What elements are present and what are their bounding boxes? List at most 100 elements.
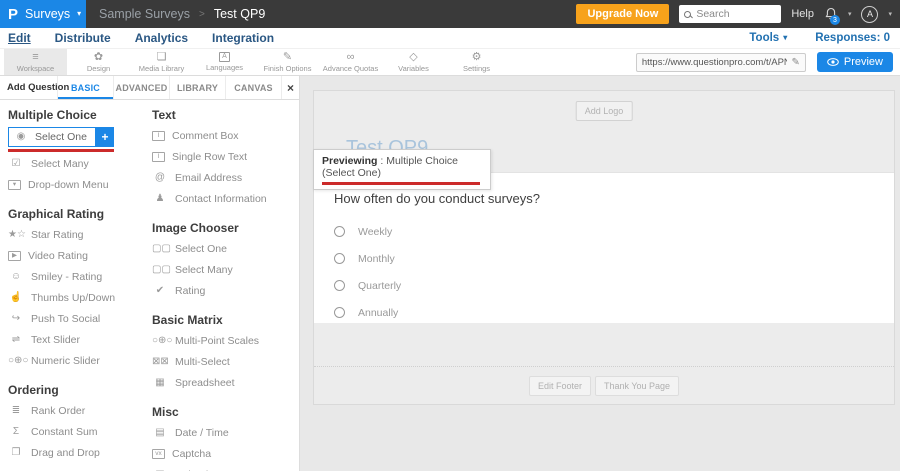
nav-edit[interactable]: Edit <box>8 31 31 45</box>
help-link[interactable]: Help <box>791 8 814 20</box>
tools-dropdown[interactable]: Tools▾ <box>749 32 787 44</box>
edit-footer-button[interactable]: Edit Footer <box>529 376 591 396</box>
question-type-label: Star Rating <box>31 229 84 241</box>
question-type-calendar[interactable]: ▦ Calendar <box>152 464 299 471</box>
nav-distribute[interactable]: Distribute <box>55 31 111 45</box>
add-logo-button[interactable]: Add Logo <box>576 101 633 121</box>
question-type-label: Comment Box <box>172 130 239 142</box>
question-type-label: Multi-Select <box>175 356 230 368</box>
radio-icon[interactable] <box>334 226 345 237</box>
toolbar-item-media-library[interactable]: ❏ Media Library <box>130 49 193 75</box>
radio-icon[interactable] <box>334 280 345 291</box>
section-misc: Misc ▤ Date / Time vx Captcha ▦ Calendar <box>152 405 299 471</box>
answer-option[interactable]: Annually <box>334 299 894 326</box>
question-type-image-rating[interactable]: ✔ Rating <box>152 280 299 301</box>
search-box[interactable] <box>679 5 781 23</box>
toolbar-item-finish-options[interactable]: ✎ Finish Options <box>256 49 319 75</box>
toolbar-item-settings[interactable]: ⚙ Settings <box>445 49 508 75</box>
question-type-label: Select One <box>35 131 87 143</box>
answer-option[interactable]: Quarterly <box>334 272 894 299</box>
question-preview: How often do you conduct surveys? Weekly… <box>314 173 894 323</box>
radio-icon[interactable] <box>334 307 345 318</box>
question-type-spreadsheet[interactable]: ▦ Spreadsheet <box>152 372 299 393</box>
share-icon: ↪ <box>8 314 24 324</box>
edit-url-icon[interactable]: ✎ <box>791 57 799 68</box>
nav-integration[interactable]: Integration <box>212 31 274 45</box>
question-type-constant-sum[interactable]: Σ Constant Sum <box>8 421 148 442</box>
nav-analytics[interactable]: Analytics <box>135 31 188 45</box>
section-multiple-choice: Multiple Choice ◉ Select One + ☑ Select … <box>8 108 148 195</box>
question-type-text-slider[interactable]: ⇌ Text Slider <box>8 329 148 350</box>
question-type-video-rating[interactable]: ▶ Video Rating <box>8 245 148 266</box>
chevron-down-icon[interactable]: ▾ <box>848 11 852 18</box>
question-type-star-rating[interactable]: ★☆ Star Rating <box>8 224 148 245</box>
answer-option[interactable]: Monthly <box>334 245 894 272</box>
question-type-contact-information[interactable]: ♟ Contact Information <box>152 188 299 209</box>
question-type-label: Drag and Drop <box>31 447 100 459</box>
upgrade-now-button[interactable]: Upgrade Now <box>576 4 669 24</box>
toolbar-item-variables[interactable]: ◇ Variables <box>382 49 445 75</box>
thank-you-page-button[interactable]: Thank You Page <box>595 376 679 396</box>
question-type-select-one[interactable]: ◉ Select One <box>8 127 96 147</box>
question-type-image-select-one[interactable]: ▢▢ Select One <box>152 238 299 259</box>
questionpro-logo: P <box>8 7 18 22</box>
question-type-label: Rank Order <box>31 405 85 417</box>
radio-icon: ◉ <box>13 132 29 142</box>
tab-advanced[interactable]: ADVANCED <box>114 76 170 99</box>
question-type-label: Email Address <box>175 172 242 184</box>
toolbar-item-advance-quotas[interactable]: ∞ Advance Quotas <box>319 49 382 75</box>
option-label: Annually <box>358 307 398 319</box>
breadcrumb-parent[interactable]: Sample Surveys <box>99 7 190 21</box>
close-icon[interactable]: × <box>282 76 299 99</box>
question-type-smiley-rating[interactable]: ☺ Smiley - Rating <box>8 266 148 287</box>
question-type-comment-box[interactable]: I Comment Box <box>152 125 299 146</box>
question-type-email-address[interactable]: @ Email Address <box>152 167 299 188</box>
section-image-chooser: Image Chooser ▢▢ Select One ▢▢ Select Ma… <box>152 221 299 301</box>
answer-option[interactable]: Weekly <box>334 218 894 245</box>
notifications-button[interactable]: 3 <box>824 7 838 21</box>
question-text[interactable]: How often do you conduct surveys? <box>334 191 894 206</box>
add-question-button[interactable]: + <box>96 127 114 147</box>
question-type-dropdown-menu[interactable]: ▾ Drop-down Menu <box>8 174 148 195</box>
question-type-thumbs-up-down[interactable]: ☝ Thumbs Up/Down <box>8 287 148 308</box>
toolbar-item-design[interactable]: ✿ Design <box>67 49 130 75</box>
question-type-label: Video Rating <box>28 250 88 262</box>
question-type-label: Text Slider <box>31 334 80 346</box>
avatar[interactable]: A <box>861 6 878 23</box>
tab-basic[interactable]: BASIC <box>58 76 114 99</box>
question-type-push-to-social[interactable]: ↪ Push To Social <box>8 308 148 329</box>
radio-icon[interactable] <box>334 253 345 264</box>
thumb-rating-icon: ✔ <box>152 286 168 296</box>
drag-icon: ❐ <box>8 448 24 458</box>
toolbar-right: https://www.questionpro.com/t/APNrfZ ✎ P… <box>636 49 900 75</box>
question-type-numeric-slider[interactable]: ○⊕○ Numeric Slider <box>8 350 148 371</box>
video-icon: ▶ <box>8 251 21 261</box>
tab-library[interactable]: LIBRARY <box>170 76 226 99</box>
question-type-captcha[interactable]: vx Captcha <box>152 443 299 464</box>
question-type-single-row-text[interactable]: I Single Row Text <box>152 146 299 167</box>
question-type-multi-select[interactable]: ⊠⊠ Multi-Select <box>152 351 299 372</box>
tab-canvas[interactable]: CANVAS <box>226 76 282 99</box>
question-type-label: Date / Time <box>175 427 229 439</box>
question-type-drag-and-drop[interactable]: ❐ Drag and Drop <box>8 442 148 463</box>
preview-button[interactable]: Preview <box>817 52 893 72</box>
toolbar-item-workspace[interactable]: ≡ Workspace <box>4 49 67 75</box>
search-input[interactable] <box>696 8 770 20</box>
question-type-image-select-many[interactable]: ▢▢ Select Many <box>152 259 299 280</box>
question-type-multi-point-scales[interactable]: ○⊕○ Multi-Point Scales <box>152 330 299 351</box>
survey-url-field[interactable]: https://www.questionpro.com/t/APNrfZ ✎ <box>636 53 806 72</box>
tag-icon: ◇ <box>409 51 417 63</box>
section-ordering: Ordering ≣ Rank Order Σ Constant Sum ❐ D… <box>8 383 148 463</box>
responses-link[interactable]: Responses: 0 <box>815 32 890 44</box>
option-label: Monthly <box>358 253 395 265</box>
question-type-date-time[interactable]: ▤ Date / Time <box>152 422 299 443</box>
toolbar-label: Variables <box>398 64 429 73</box>
question-type-rank-order[interactable]: ≣ Rank Order <box>8 400 148 421</box>
questionpro-app: P Surveys ▾ Sample Surveys > Test QP9 Up… <box>0 0 900 471</box>
toolbar-label: Advance Quotas <box>323 64 378 73</box>
surveys-menu[interactable]: P Surveys ▾ <box>0 0 86 28</box>
toolbar-item-languages[interactable]: A Languages <box>193 49 256 75</box>
question-type-select-many[interactable]: ☑ Select Many <box>8 153 148 174</box>
chevron-down-icon[interactable]: ▾ <box>888 11 892 18</box>
survey-url[interactable]: https://www.questionpro.com/t/APNrfZ <box>642 57 788 68</box>
